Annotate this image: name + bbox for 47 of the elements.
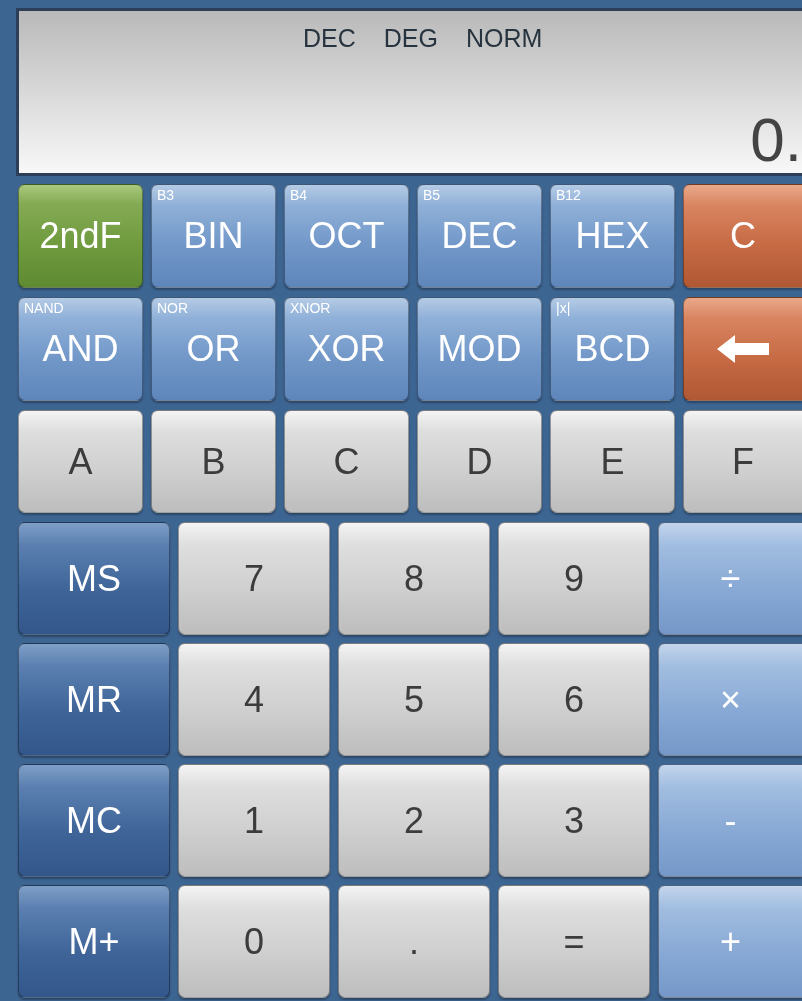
left-arrow-icon (717, 335, 769, 363)
display-value: 0. (750, 109, 802, 171)
key-secondary-label: |x| (556, 300, 571, 316)
key-secondary-label: B3 (157, 187, 175, 203)
backspace-button[interactable] (683, 297, 802, 401)
key-button[interactable]: B5 DEC (417, 184, 542, 288)
key-button[interactable]: 1 (178, 764, 330, 877)
key-button[interactable]: B4 OCT (284, 184, 409, 288)
key-button[interactable]: MS (18, 522, 170, 635)
key-button[interactable]: 7 (178, 522, 330, 635)
key-button[interactable]: M+ (18, 885, 170, 998)
key-secondary-label: XNOR (290, 300, 331, 316)
key-button[interactable]: 4 (178, 643, 330, 756)
key-button[interactable]: NAND AND (18, 297, 143, 401)
key-button[interactable]: 0 (178, 885, 330, 998)
key-button[interactable]: 8 (338, 522, 490, 635)
key-button[interactable]: C (683, 184, 802, 288)
key-button[interactable]: D (417, 410, 542, 513)
key-button[interactable]: C (284, 410, 409, 513)
key-button[interactable]: MOD (417, 297, 542, 401)
key-button[interactable]: B (151, 410, 276, 513)
key-button[interactable]: 2 (338, 764, 490, 877)
mode-indicator: NORM (466, 23, 543, 53)
key-secondary-label: NAND (24, 300, 64, 316)
key-button[interactable]: MR (18, 643, 170, 756)
mode-indicator: DEC (303, 23, 356, 53)
key-button[interactable]: NOR OR (151, 297, 276, 401)
key-button[interactable]: XNOR XOR (284, 297, 409, 401)
key-secondary-label: B5 (423, 187, 441, 203)
key-secondary-label: NOR (157, 300, 189, 316)
key-button[interactable]: 9 (498, 522, 650, 635)
key-button[interactable]: 6 (498, 643, 650, 756)
key-button[interactable]: . (338, 885, 490, 998)
key-button[interactable]: B3 BIN (151, 184, 276, 288)
key-button[interactable]: 3 (498, 764, 650, 877)
mode-indicator: DEG (383, 23, 438, 53)
key-button[interactable]: |x| BCD (550, 297, 675, 401)
key-button[interactable]: 2ndF (18, 184, 143, 288)
key-secondary-label: B12 (556, 187, 581, 203)
key-button[interactable]: E (550, 410, 675, 513)
key-button[interactable]: A (18, 410, 143, 513)
key-button[interactable]: MC (18, 764, 170, 877)
key-button[interactable]: = (498, 885, 650, 998)
key-button[interactable]: B12 HEX (550, 184, 675, 288)
key-button[interactable]: F (683, 410, 802, 513)
key-button[interactable]: 5 (338, 643, 490, 756)
key-secondary-label: B4 (290, 187, 308, 203)
